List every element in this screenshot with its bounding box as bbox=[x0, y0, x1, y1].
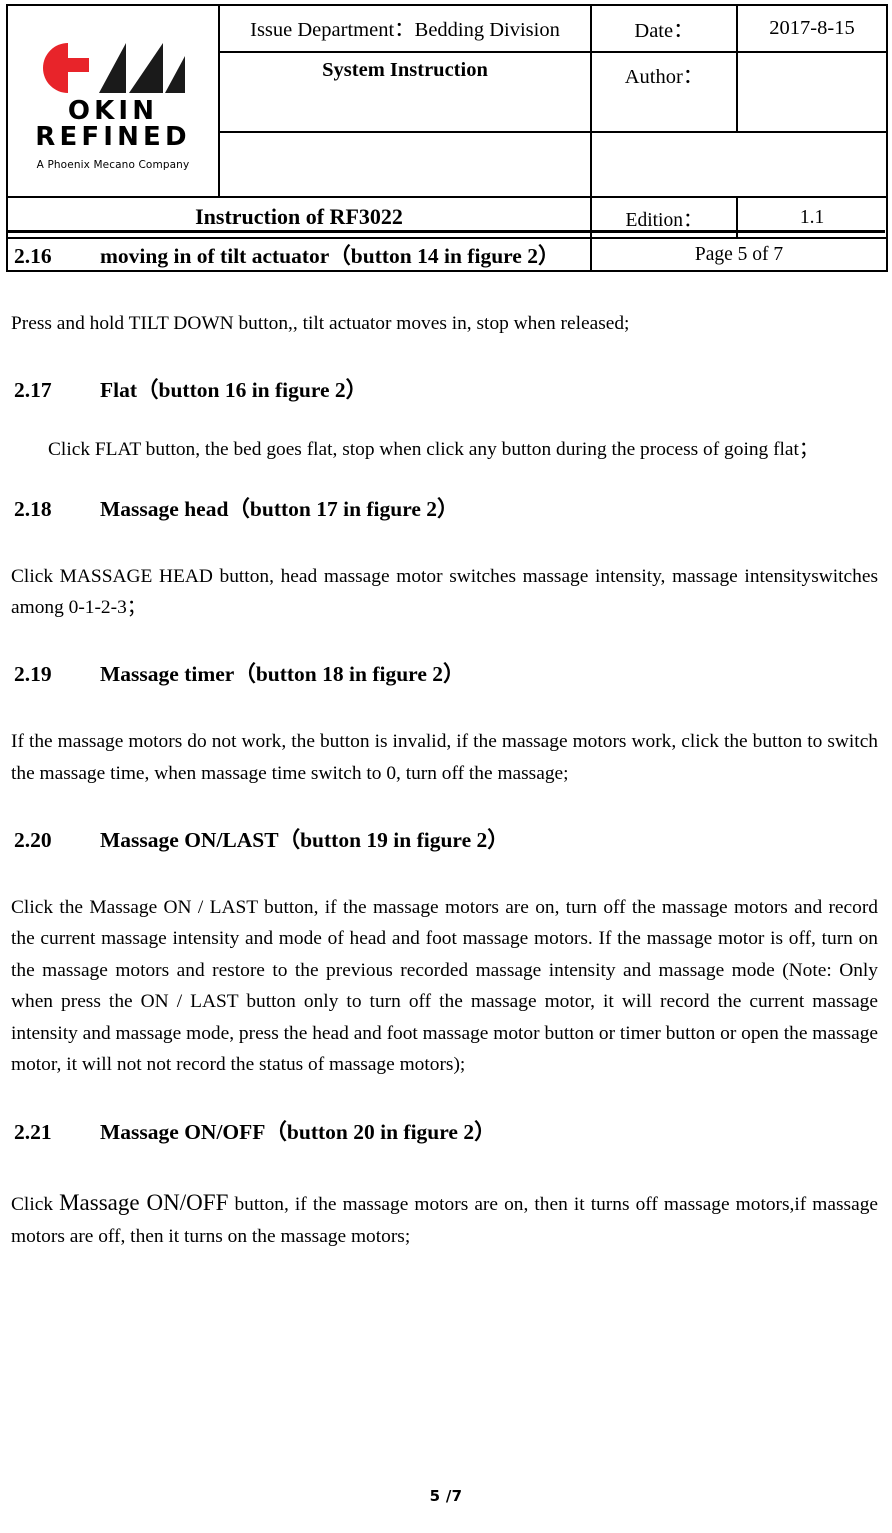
section-number-2-21: 2.21 bbox=[14, 1119, 52, 1144]
section-body-2-21-emphasis: Massage ON/OFF bbox=[59, 1189, 229, 1215]
section-title-2-20: Massage ON/LAST（button 19 in figure 2） bbox=[100, 828, 509, 853]
section-title-2-18: Massage head（button 17 in figure 2） bbox=[100, 496, 459, 521]
section-body-2-21-lead: Click bbox=[11, 1193, 60, 1215]
footer-page-number: 5 /7 bbox=[429, 1487, 463, 1505]
section-body-2-17: Click FLAT button, the bed goes flat, st… bbox=[48, 439, 819, 461]
document-type-cell: System Instruction bbox=[218, 50, 592, 133]
document-body: 2.16 moving in of tilt actuator（button 14… bbox=[0, 243, 892, 1252]
logo-wordmark-refined: REFINED bbox=[35, 122, 191, 153]
section-number-2-20: 2.20 bbox=[14, 828, 52, 853]
section-title-2-16: moving in of tilt actuator（button 14 in … bbox=[100, 244, 560, 268]
logo-wrap: OKIN REFINED A Phoenix Mecano Company bbox=[24, 32, 202, 171]
issue-department-cell: Issue Department：Bedding Division bbox=[218, 4, 592, 53]
okin-logo-mark-icon bbox=[43, 42, 185, 93]
section-title-2-17: Flat（button 16 in figure 2） bbox=[100, 378, 368, 403]
section-heading-2-20: 2.20 Massage ON/LAST（button 19 in figure … bbox=[0, 827, 892, 854]
section-heading-2-17: 2.17 Flat（button 16 in figure 2） bbox=[0, 377, 892, 404]
author-label-cell: Author： bbox=[590, 50, 738, 133]
section-heading-2-16: 2.16 moving in of tilt actuator（button 14… bbox=[0, 243, 892, 270]
section-body-2-20: Click the Massage ON / LAST button, if t… bbox=[11, 897, 878, 1076]
section-heading-2-19: 2.19 Massage timer（button 18 in figure 2） bbox=[0, 661, 892, 688]
logo-wordmark-okin: OKIN bbox=[67, 95, 159, 126]
header-row-issue: OKIN REFINED A Phoenix Mecano Company Is… bbox=[6, 4, 888, 198]
section-body-2-18: Click MASSAGE HEAD button, head massage … bbox=[11, 565, 878, 618]
date-label-cell: Date： bbox=[590, 4, 738, 53]
header-divider-rule bbox=[8, 230, 885, 233]
section-number-2-18: 2.18 bbox=[14, 496, 52, 521]
section-heading-2-21: 2.21 Massage ON/OFF（button 20 in figure 2… bbox=[0, 1119, 892, 1146]
section-number-2-19: 2.19 bbox=[14, 662, 52, 687]
company-logo-cell: OKIN REFINED A Phoenix Mecano Company bbox=[6, 4, 220, 198]
logo-tagline: A Phoenix Mecano Company bbox=[36, 158, 190, 171]
section-title-2-21: Massage ON/OFF（button 20 in figure 2） bbox=[100, 1119, 496, 1144]
section-body-2-19: If the massage motors do not work, the b… bbox=[11, 731, 878, 784]
author-value-cell bbox=[736, 50, 888, 133]
section-number-2-17: 2.17 bbox=[14, 378, 52, 403]
header-blank-right-cell bbox=[590, 130, 888, 199]
section-number-2-16: 2.16 bbox=[14, 244, 52, 268]
section-heading-2-18: 2.18 Massage head（button 17 in figure 2） bbox=[0, 496, 892, 523]
section-body-2-21: Click Massage ON/OFF button, if the mass… bbox=[0, 1184, 892, 1253]
date-value-cell: 2017-8-15 bbox=[736, 4, 888, 53]
section-title-2-19: Massage timer（button 18 in figure 2） bbox=[100, 662, 465, 687]
header-blank-left-cell bbox=[218, 130, 592, 199]
section-body-2-16: Press and hold TILT DOWN button,, tilt a… bbox=[11, 312, 630, 334]
